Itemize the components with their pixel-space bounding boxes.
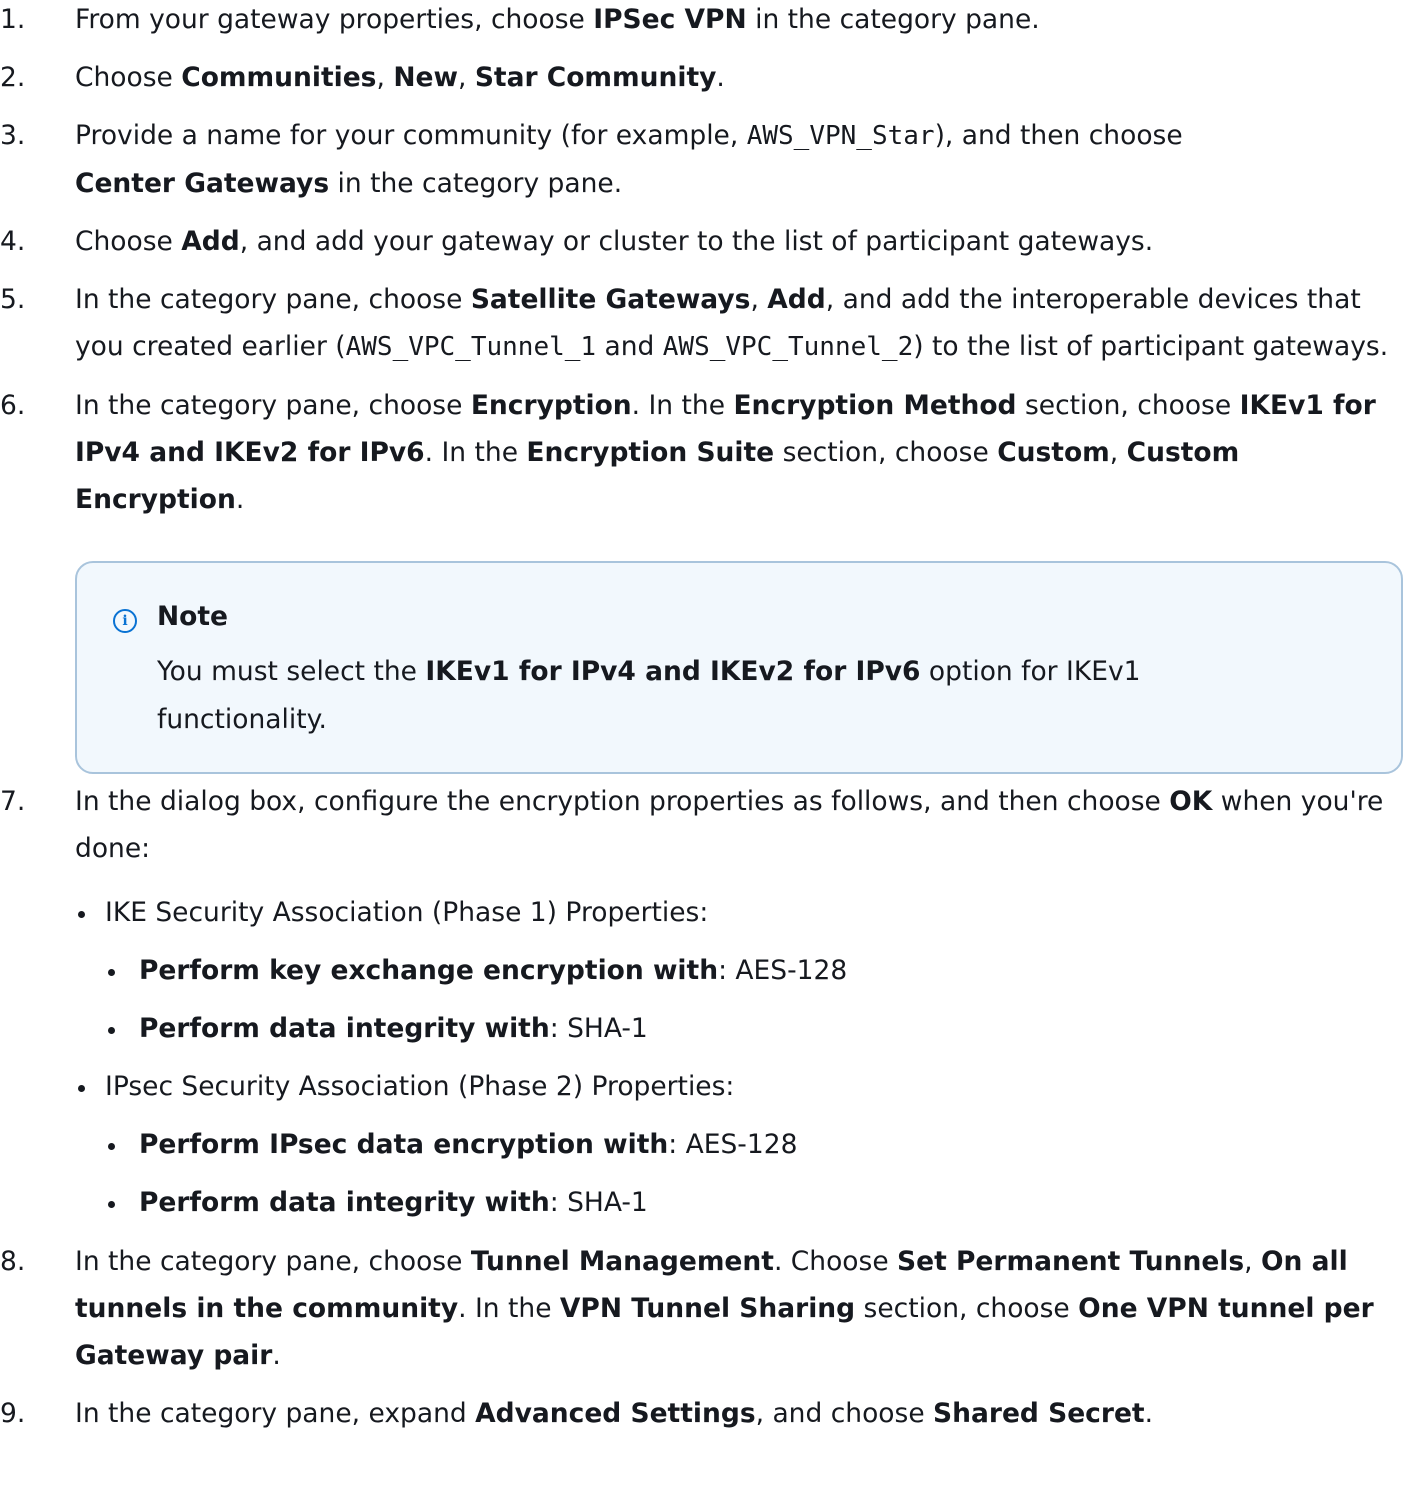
list-item: IKE Security Association (Phase 1) Prope…	[75, 884, 1403, 1058]
note-title: Note	[157, 601, 229, 632]
phase2-properties: Perform IPsec data encryption with: AES-…	[105, 1116, 1403, 1232]
community-name-code: AWS_VPN_Star	[746, 121, 935, 151]
step-4: 4. Choose Add, and add your gateway or c…	[0, 218, 1403, 265]
list-item: Perform data integrity with: SHA-1	[105, 1000, 1403, 1058]
list-item: Perform key exchange encryption with: AE…	[105, 942, 1403, 1000]
encryption-properties-list: IKE Security Association (Phase 1) Prope…	[75, 884, 1403, 1232]
step-number: 8.	[0, 1246, 26, 1277]
tunnel-1-code: AWS_VPC_Tunnel_1	[345, 332, 597, 362]
tunnel-2-code: AWS_VPC_Tunnel_2	[662, 332, 914, 362]
step-2: 2. Choose Communities, New, Star Communi…	[0, 54, 1403, 101]
step-9: 9. In the category pane, expand Advanced…	[0, 1390, 1403, 1437]
step-text: In the category pane, choose Tunnel Mana…	[75, 1246, 1374, 1371]
step-text: In the category pane, choose Encryption.…	[75, 390, 1376, 515]
step-text: In the category pane, choose Satellite G…	[75, 284, 1389, 362]
procedure-steps: 1. From your gateway properties, choose …	[0, 0, 1403, 1437]
step-number: 6.	[0, 390, 26, 421]
step-text: Choose Communities, New, Star Community.	[75, 62, 725, 93]
step-text: Provide a name for your community (for e…	[75, 120, 1183, 199]
step-1: 1. From your gateway properties, choose …	[0, 0, 1403, 43]
step-number: 7.	[0, 786, 26, 817]
step-6: 6. In the category pane, choose Encrypti…	[0, 382, 1403, 774]
step-8: 8. In the category pane, choose Tunnel M…	[0, 1238, 1403, 1379]
step-text: In the dialog box, configure the encrypt…	[75, 786, 1384, 864]
step-text: Choose Add, and add your gateway or clus…	[75, 226, 1154, 257]
note-body: You must select the IKEv1 for IPv4 and I…	[157, 656, 1141, 735]
step-number: 2.	[0, 62, 26, 93]
step-text: In the category pane, expand Advanced Se…	[75, 1398, 1154, 1429]
step-3: 3. Provide a name for your community (fo…	[0, 112, 1403, 207]
step-text: From your gateway properties, choose IPS…	[75, 4, 1040, 35]
step-number: 5.	[0, 284, 26, 315]
list-item: Perform IPsec data encryption with: AES-…	[105, 1116, 1403, 1174]
step-number: 1.	[0, 4, 26, 35]
step-7: 7. In the dialog box, configure the encr…	[0, 778, 1403, 1232]
step-number: 3.	[0, 120, 26, 151]
step-number: 9.	[0, 1398, 26, 1429]
note-callout: i Note You must select the IKEv1 for IPv…	[75, 561, 1403, 774]
info-icon: i	[113, 609, 137, 633]
list-item: IPsec Security Association (Phase 2) Pro…	[75, 1058, 1403, 1232]
list-item: Perform data integrity with: SHA-1	[105, 1174, 1403, 1232]
step-5: 5. In the category pane, choose Satellit…	[0, 276, 1403, 371]
phase1-properties: Perform key exchange encryption with: AE…	[105, 942, 1403, 1058]
step-number: 4.	[0, 226, 26, 257]
